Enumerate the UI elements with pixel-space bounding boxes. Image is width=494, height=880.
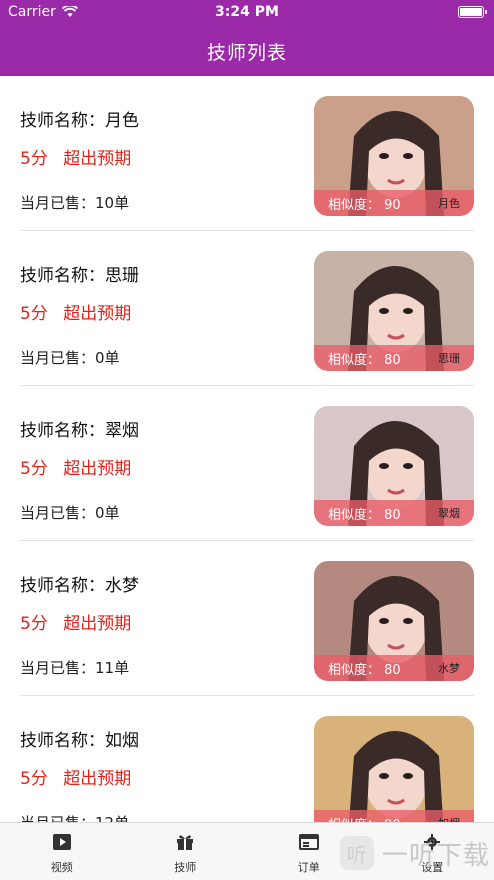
technician-photo[interactable]: 相似度： 80 水梦 xyxy=(314,561,474,681)
rating-status: 超出预期 xyxy=(63,459,132,479)
rating-score: 5分 xyxy=(20,304,48,324)
technician-card[interactable]: 技师名称：思珊 5分 超出预期 当月已售：0单 相似度： 80 思珊 xyxy=(20,231,474,386)
monthly-sales: 当月已售：11单 xyxy=(20,659,130,677)
monthly-sales: 当月已售：0单 xyxy=(20,349,120,367)
technician-photo[interactable]: 相似度： 90 如烟 xyxy=(314,716,474,822)
rating-status: 超出预期 xyxy=(63,769,132,789)
tab-label: 订单 xyxy=(297,861,320,874)
tab-video[interactable]: 视频 xyxy=(0,823,124,880)
status-bar: Carrier 3:24 PM xyxy=(0,0,494,26)
gear-icon xyxy=(422,833,442,855)
monthly-sales: 当月已售：10单 xyxy=(20,194,130,212)
video-icon xyxy=(52,833,72,855)
technician-name: 技师名称：水梦 xyxy=(20,576,139,596)
photo-name: 水梦 xyxy=(438,662,460,675)
page-title: 技师列表 xyxy=(206,42,287,64)
app-header: Carrier 3:24 PM 技师列表 xyxy=(0,0,494,76)
technician-photo[interactable]: 相似度： 80 思珊 xyxy=(314,251,474,371)
rating-score: 5分 xyxy=(20,614,48,634)
rating-score: 5分 xyxy=(20,769,48,789)
technician-photo[interactable]: 相似度： 90 月色 xyxy=(314,96,474,216)
similarity-caption: 相似度： 90 月色 xyxy=(314,190,474,216)
similarity-score: 相似度： 90 xyxy=(328,197,401,213)
tab-gear[interactable]: 设置 xyxy=(371,823,494,880)
rating-line: 5分 超出预期 xyxy=(20,144,141,169)
similarity-caption: 相似度： 90 如烟 xyxy=(314,810,474,822)
similarity-score: 相似度： 80 xyxy=(328,507,401,523)
similarity-caption: 相似度： 80 翠烟 xyxy=(314,500,474,526)
photo-name: 月色 xyxy=(438,197,460,210)
tab-bar: 视频 技师 订单 设置 xyxy=(0,822,494,880)
technician-card[interactable]: 技师名称：翠烟 5分 超出预期 当月已售：0单 相似度： 80 翠烟 xyxy=(20,386,474,541)
technician-name: 技师名称：思珊 xyxy=(20,266,139,286)
monthly-sales: 当月已售：12单 xyxy=(20,812,129,822)
clock: 3:24 PM xyxy=(215,4,279,20)
photo-name: 翠烟 xyxy=(438,507,460,520)
technician-card[interactable]: 技师名称：月色 5分 超出预期 当月已售：10单 相似度： 90 月色 xyxy=(20,76,474,231)
battery-icon xyxy=(458,6,487,18)
rating-line: 5分 超出预期 xyxy=(20,454,141,479)
rating-line: 5分 超出预期 xyxy=(20,609,141,634)
photo-name: 思珊 xyxy=(438,352,460,365)
tab-gift[interactable]: 技师 xyxy=(124,823,248,880)
monthly-sales: 当月已售：0单 xyxy=(20,504,120,522)
tab-label: 视频 xyxy=(50,861,73,874)
technician-card[interactable]: 技师名称：如烟 5分 超出预期 当月已售：12单 相似度： 90 如烟 xyxy=(20,696,474,822)
technician-name: 技师名称：翠烟 xyxy=(20,421,139,441)
technician-list[interactable]: 技师名称：月色 5分 超出预期 当月已售：10单 相似度： 90 月色 技师名称… xyxy=(0,76,494,822)
tab-label: 设置 xyxy=(421,861,444,874)
similarity-score: 相似度： 80 xyxy=(328,662,401,678)
rating-score: 5分 xyxy=(20,459,48,479)
rating-status: 超出预期 xyxy=(63,304,132,324)
order-icon xyxy=(298,833,319,855)
technician-card[interactable]: 技师名称：水梦 5分 超出预期 当月已售：11单 相似度： 80 水梦 xyxy=(20,541,474,696)
gift-icon xyxy=(175,833,195,855)
tab-order[interactable]: 订单 xyxy=(247,823,371,880)
portrait-image xyxy=(314,716,474,822)
similarity-score: 相似度： 80 xyxy=(328,352,401,368)
rating-line: 5分 超出预期 xyxy=(20,764,141,789)
rating-line: 5分 超出预期 xyxy=(20,299,141,324)
rating-status: 超出预期 xyxy=(63,149,132,169)
similarity-caption: 相似度： 80 水梦 xyxy=(314,655,474,681)
tab-label: 技师 xyxy=(174,861,197,874)
technician-name: 技师名称：月色 xyxy=(20,111,139,131)
similarity-score: 相似度： 90 xyxy=(328,814,401,823)
rating-score: 5分 xyxy=(20,149,48,169)
rating-status: 超出预期 xyxy=(63,614,132,634)
similarity-caption: 相似度： 80 思珊 xyxy=(314,345,474,371)
technician-name: 技师名称：如烟 xyxy=(20,731,139,751)
technician-photo[interactable]: 相似度： 80 翠烟 xyxy=(314,406,474,526)
photo-name: 如烟 xyxy=(438,815,460,822)
